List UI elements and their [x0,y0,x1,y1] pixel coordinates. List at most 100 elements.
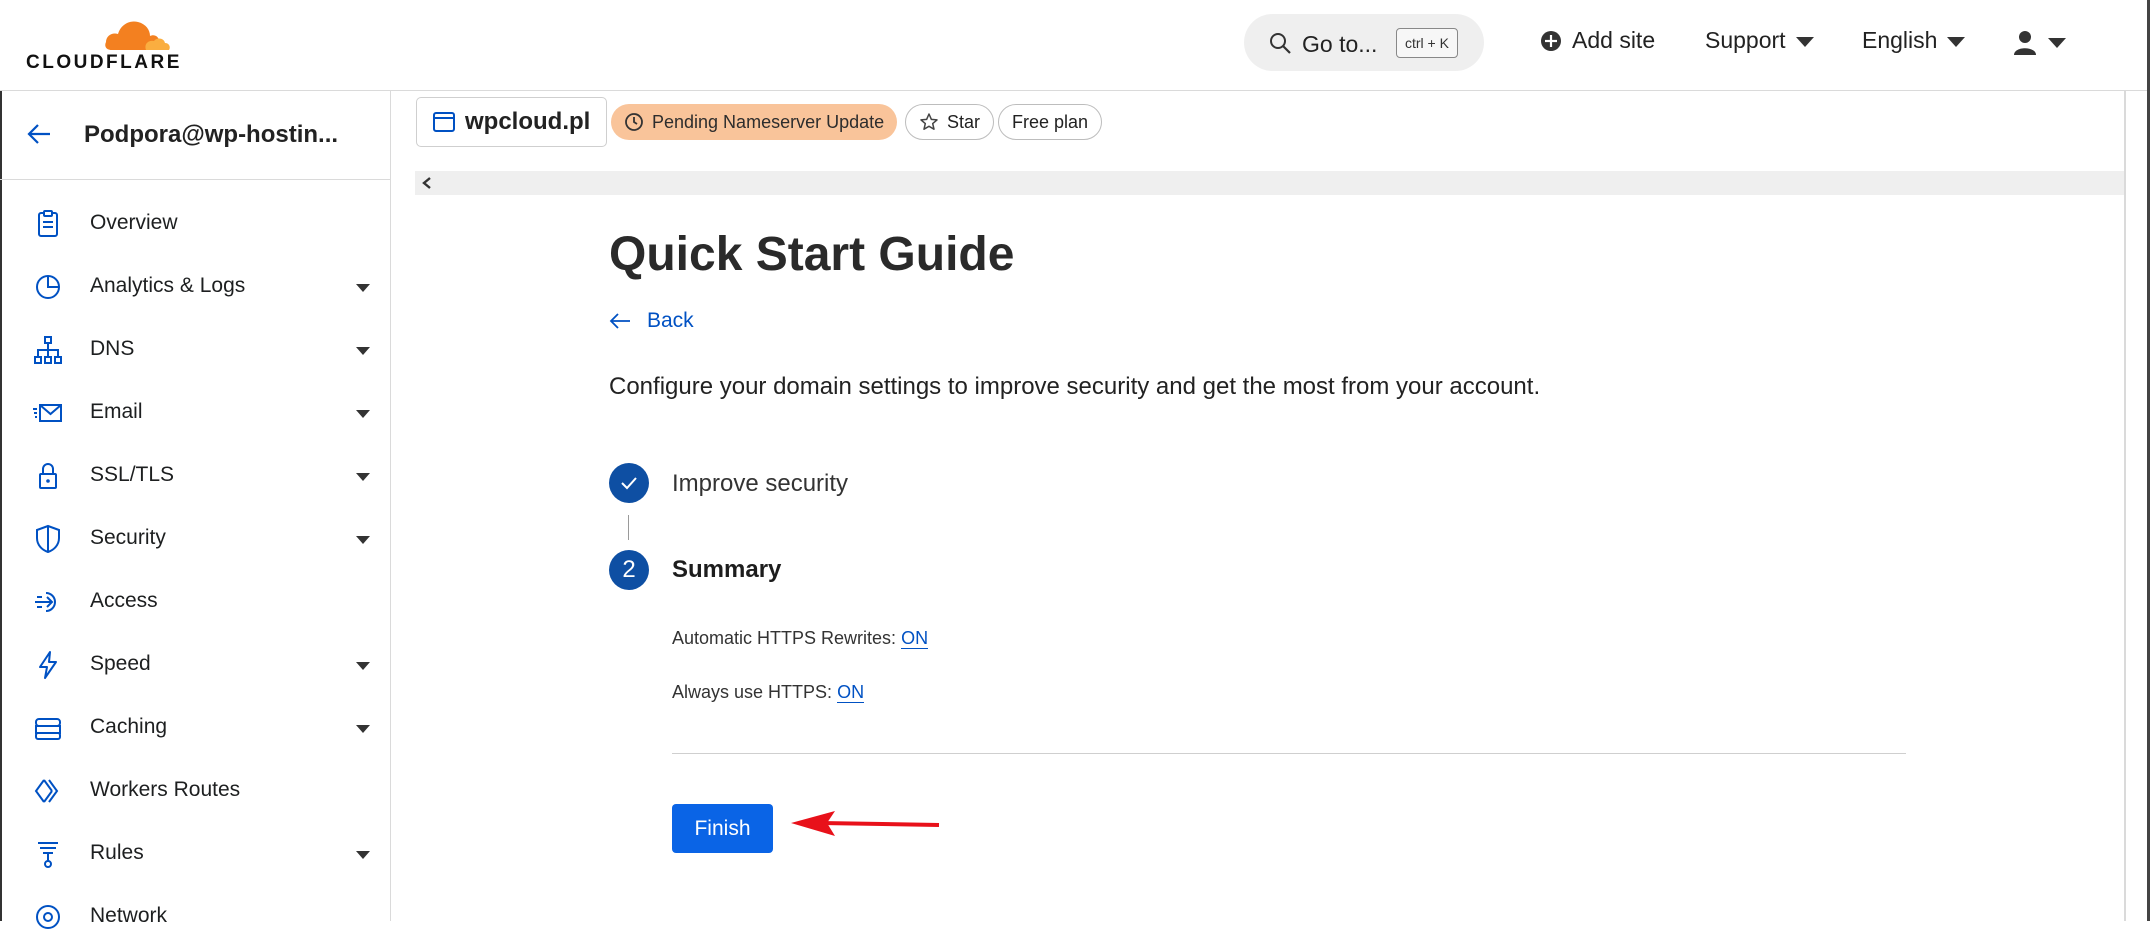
plan-label: Free plan [1012,111,1089,132]
goto-label: Go to... [1302,31,1378,57]
setting-value-link[interactable]: ON [901,628,929,649]
logo-text: CLOUDFLARE [26,52,182,73]
clipboard-icon [38,210,58,237]
annotation-arrow-icon [791,811,940,836]
shield-icon [36,524,60,554]
clock-icon [625,113,643,131]
setting-always-https: Always use HTTPS: ON [672,682,865,703]
account-name[interactable]: Podpora@wp-hostin... [84,121,338,149]
plus-circle-icon [1541,30,1561,51]
top-header: CLOUDFLARE Go to... ctrl + K Add site Su… [0,0,2150,91]
account-header: Podpora@wp-hostin... [0,91,390,180]
support-label: Support [1705,27,1786,53]
chevron-down-icon [1795,36,1814,47]
cloudflare-logo[interactable]: CLOUDFLARE [26,10,186,73]
lock-icon [39,463,57,489]
sidebar-item-label: Network [90,904,168,927]
sidebar-item-label: SSL/TLS [90,463,175,486]
sidebar-item-label: Email [90,400,143,423]
sidebar-item-workers-routes[interactable]: Workers Routes [0,761,390,821]
user-icon [2014,31,2036,55]
setting-label: Always use HTTPS: [672,682,833,702]
add-site-button[interactable]: Add site [1540,27,1655,54]
chevron-down-icon[interactable] [356,851,370,859]
chevron-down-icon[interactable] [356,725,370,733]
sidebar: Podpora@wp-hostin... Overview Analytics … [0,91,391,929]
pie-chart-icon [36,275,60,299]
sidebar-item-security[interactable]: Security [0,509,390,569]
star-button[interactable]: Star [905,104,995,140]
cloud-logo-icon [105,21,170,50]
sidebar-item-caching[interactable]: Caching [0,698,390,758]
sidebar-item-speed[interactable]: Speed [0,635,390,695]
step-1-complete-badge [609,463,649,503]
chevron-down-icon[interactable] [356,662,370,670]
sidebar-item-label: DNS [90,337,135,360]
step-2-badge: 2 [609,550,649,590]
setting-https-rewrites: Automatic HTTPS Rewrites: ON [672,628,929,649]
back-link[interactable]: Back [609,309,694,333]
sidebar-item-label: Speed [90,652,151,675]
checkmark-icon [621,477,637,490]
chevron-down-icon[interactable] [356,536,370,544]
sidebar-item-access[interactable]: Access [0,572,390,632]
plan-badge[interactable]: Free plan [998,104,1103,140]
network-tree-icon [34,336,62,364]
chevron-down-icon[interactable] [356,410,370,418]
zone-selector[interactable]: wpcloud.pl [416,97,608,147]
sidebar-collapse-bar[interactable] [415,171,2124,195]
network-icon [36,905,60,929]
access-icon [35,592,56,612]
back-arrow-icon[interactable] [26,121,52,147]
sidebar-item-network[interactable]: Network [0,887,390,947]
goto-search[interactable]: Go to... ctrl + K [1244,14,1484,71]
browser-window-icon [433,112,455,132]
star-label: Star [947,111,981,132]
page-description: Configure your domain settings to improv… [609,373,1541,400]
status-badge-label: Pending Nameserver Update [652,111,885,132]
page-title: Quick Start Guide [609,228,1015,281]
chevron-down-icon[interactable] [356,473,370,481]
envelope-icon [33,404,62,422]
arrow-left-icon [609,313,630,329]
sidebar-item-label: Workers Routes [90,778,241,801]
sidebar-item-label: Analytics & Logs [90,274,246,297]
sidebar-item-label: Overview [90,211,178,234]
finish-button[interactable]: Finish [672,804,773,853]
status-badge[interactable]: Pending Nameserver Update [611,104,898,140]
language-menu[interactable]: English [1862,27,1966,54]
support-menu[interactable]: Support [1705,27,1814,54]
sidebar-item-ssl-tls[interactable]: SSL/TLS [0,446,390,506]
search-icon [1270,33,1291,54]
setting-value-link[interactable]: ON [837,682,865,703]
main-content: Quick Start Guide Back Configure your do… [391,195,2120,921]
lightning-icon [39,651,57,679]
sidebar-item-email[interactable]: Email [0,383,390,443]
funnel-rules-icon [38,842,58,868]
sidebar-item-overview[interactable]: Overview [0,194,390,254]
user-menu[interactable] [2012,29,2066,55]
server-stack-icon [35,718,61,740]
chevron-down-icon [1947,36,1966,47]
chevron-down-icon[interactable] [356,284,370,292]
chevron-left-icon[interactable] [421,176,433,190]
step-connector [628,515,629,540]
sidebar-item-rules[interactable]: Rules [0,824,390,884]
zone-domain: wpcloud.pl [465,108,591,135]
setting-label: Automatic HTTPS Rewrites: [672,628,897,648]
zone-bar: wpcloud.pl Pending Nameserver Update Sta… [391,91,2150,171]
workers-icon [34,779,59,803]
chevron-down-icon [2048,38,2066,48]
step-number: 2 [622,556,636,583]
sidebar-item-dns[interactable]: DNS [0,320,390,380]
chevron-down-icon[interactable] [356,347,370,355]
content-right-border [2124,91,2126,921]
sidebar-item-analytics[interactable]: Analytics & Logs [0,257,390,317]
add-site-label: Add site [1572,27,1656,53]
step-2-label: Summary [672,556,782,583]
language-label: English [1862,27,1938,53]
divider [672,753,1906,754]
sidebar-item-label: Security [90,526,166,549]
back-label: Back [647,309,694,332]
sidebar-item-label: Caching [90,715,168,738]
